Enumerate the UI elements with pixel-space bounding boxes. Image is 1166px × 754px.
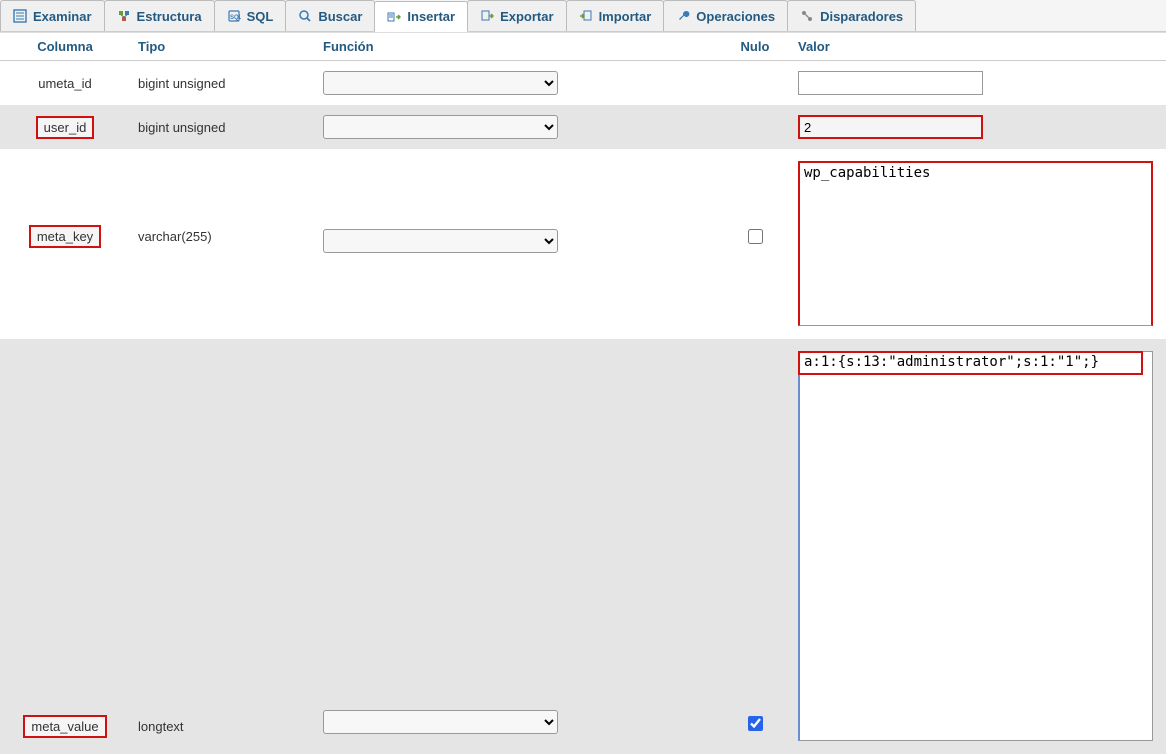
- browse-icon: [13, 9, 27, 23]
- triggers-icon: [800, 9, 814, 23]
- function-select[interactable]: [323, 71, 558, 95]
- tab-buscar[interactable]: Buscar: [285, 0, 375, 31]
- header-nulo[interactable]: Nulo: [720, 33, 790, 61]
- function-select[interactable]: [323, 710, 558, 734]
- tab-sql[interactable]: SQL SQL: [214, 0, 287, 31]
- tab-insertar[interactable]: Insertar: [374, 1, 468, 32]
- column-name: meta_value: [23, 715, 106, 738]
- column-type: varchar(255): [138, 229, 212, 244]
- value-textarea-meta-value[interactable]: a:1:{s:13:"administrator";s:1:"1";}: [798, 351, 1153, 741]
- insert-icon: [387, 10, 401, 24]
- tab-label: Operaciones: [696, 9, 775, 24]
- tab-label: SQL: [247, 9, 274, 24]
- wrench-icon: [676, 9, 690, 23]
- function-select[interactable]: [323, 115, 558, 139]
- header-tipo[interactable]: Tipo: [130, 33, 315, 61]
- column-name: umeta_id: [38, 76, 91, 91]
- tab-label: Examinar: [33, 9, 92, 24]
- tab-disparadores[interactable]: Disparadores: [787, 0, 916, 31]
- tab-examinar[interactable]: Examinar: [0, 0, 105, 31]
- tab-exportar[interactable]: Exportar: [467, 0, 566, 31]
- tab-label: Exportar: [500, 9, 553, 24]
- null-checkbox[interactable]: [748, 229, 763, 244]
- sql-icon: SQL: [227, 9, 241, 23]
- value-textarea-meta-key[interactable]: <span class="spellcheck">wp</span>_<span…: [798, 161, 1153, 326]
- tab-label: Importar: [599, 9, 652, 24]
- table-row: user_id bigint unsigned: [0, 105, 1166, 149]
- tab-importar[interactable]: Importar: [566, 0, 665, 31]
- search-icon: [298, 9, 312, 23]
- tab-label: Estructura: [137, 9, 202, 24]
- tab-label: Buscar: [318, 9, 362, 24]
- table-row: meta_value longtext a:1:{s:13:"administr…: [0, 339, 1166, 754]
- import-icon: [579, 9, 593, 23]
- column-name: user_id: [36, 116, 95, 139]
- tab-operaciones[interactable]: Operaciones: [663, 0, 788, 31]
- value-input-user-id[interactable]: [798, 115, 983, 139]
- header-funcion[interactable]: Función: [315, 33, 720, 61]
- tabs-bar: Examinar Estructura SQL SQL Buscar Inser…: [0, 0, 1166, 32]
- null-checkbox[interactable]: [748, 716, 763, 731]
- column-name: meta_key: [29, 225, 101, 248]
- insert-table: Columna Tipo Función Nulo Valor umeta_id…: [0, 32, 1166, 754]
- column-type: bigint unsigned: [138, 120, 225, 135]
- export-icon: [480, 9, 494, 23]
- table-row: meta_key varchar(255) <span class="spell…: [0, 149, 1166, 339]
- svg-text:SQL: SQL: [230, 15, 241, 21]
- tab-label: Disparadores: [820, 9, 903, 24]
- tab-estructura[interactable]: Estructura: [104, 0, 215, 31]
- table-row: umeta_id bigint unsigned: [0, 61, 1166, 106]
- column-type: bigint unsigned: [138, 76, 225, 91]
- value-input-umeta-id[interactable]: [798, 71, 983, 95]
- column-type: longtext: [138, 719, 184, 734]
- header-columna[interactable]: Columna: [0, 33, 130, 61]
- header-valor[interactable]: Valor: [790, 33, 1166, 61]
- function-select[interactable]: [323, 229, 558, 253]
- structure-icon: [117, 9, 131, 23]
- tab-label: Insertar: [407, 9, 455, 24]
